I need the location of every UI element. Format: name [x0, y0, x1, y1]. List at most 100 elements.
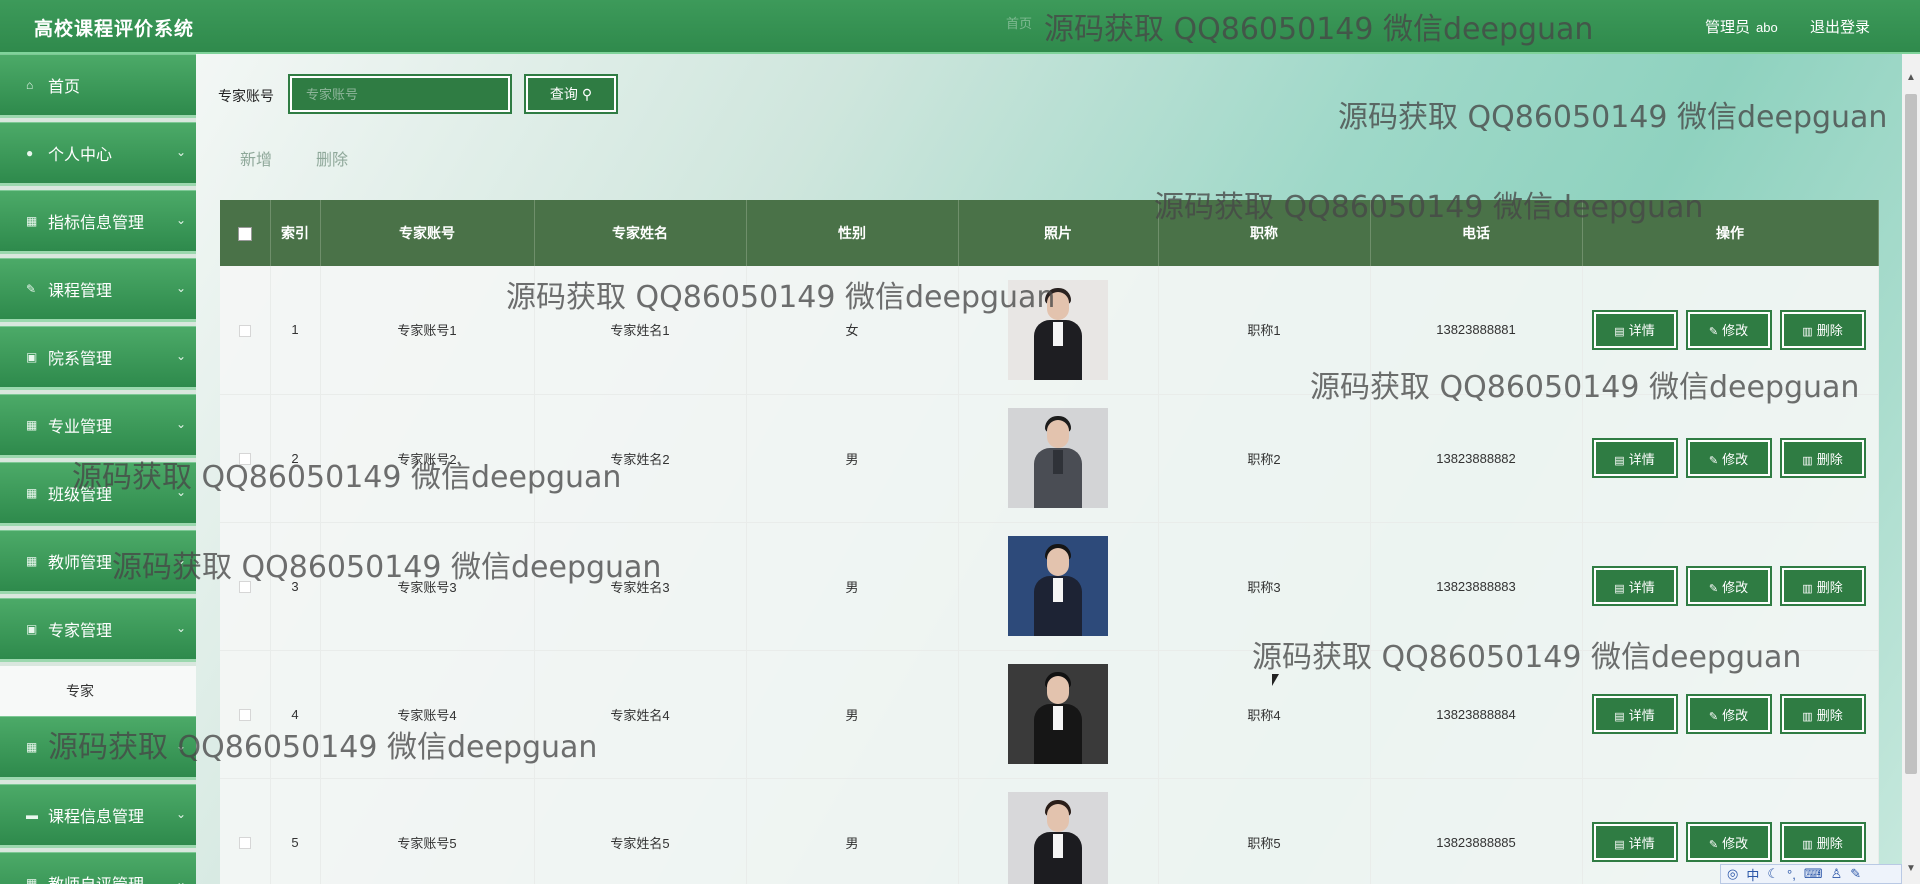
- delete-label: 删除: [1816, 835, 1843, 851]
- select-all-cell[interactable]: [220, 200, 271, 266]
- detail-button[interactable]: ▤ 详情: [1591, 438, 1678, 478]
- edit-button[interactable]: ✎ 修改: [1685, 438, 1772, 478]
- document-icon: ▤: [1614, 838, 1625, 851]
- cell-phone: 13823888883: [1370, 522, 1583, 651]
- cell-photo: [958, 650, 1159, 779]
- add-button[interactable]: 新增: [240, 146, 272, 170]
- edit-label: 修改: [1722, 579, 1749, 595]
- sidebar-item-teacher-self-eval[interactable]: ▦ 教师自评管理 ⌄: [0, 852, 196, 884]
- grid-icon: ▦: [26, 486, 38, 500]
- table-row: 5 专家账号5 专家姓名5 男 职称5 13823888885 ▤ 详情 ✎ 修…: [220, 778, 1879, 884]
- shirt-icon[interactable]: ♙: [1831, 866, 1843, 882]
- search-button[interactable]: 查询 ⚲: [524, 74, 618, 114]
- delete-button[interactable]: ▥ 删除: [1779, 694, 1866, 734]
- logout-link[interactable]: 退出登录: [1810, 16, 1870, 37]
- sidebar-item-personal-center[interactable]: ● 个人中心 ⌄: [0, 122, 196, 186]
- table-row: 4 专家账号4 专家姓名4 男 职称4 13823888884 ▤ 详情 ✎ 修…: [220, 650, 1879, 779]
- cell-account: 专家账号5: [320, 778, 535, 884]
- cell-gender: 男: [746, 650, 959, 779]
- delete-button[interactable]: ▥ 删除: [1779, 438, 1866, 478]
- ime-lang-toggle[interactable]: 中: [1746, 865, 1759, 884]
- sidebar-item-expert[interactable]: ▣ 专家管理 ⌄: [0, 598, 196, 662]
- ime-toolbar[interactable]: ◎ 中 ☾ °, ⌨ ♙ ✎: [1720, 864, 1902, 884]
- document-icon: ▤: [1614, 582, 1625, 595]
- cell-title: 职称1: [1158, 266, 1371, 395]
- cell-photo: [958, 522, 1159, 651]
- sidebar-item-hidden[interactable]: ▦ ⌄: [0, 716, 196, 780]
- vertical-scrollbar[interactable]: ▲ ▼: [1902, 54, 1920, 884]
- scroll-down-icon[interactable]: ▼: [1906, 863, 1916, 874]
- cell-gender: 女: [746, 266, 959, 395]
- sidebar-item-label: 个人中心: [48, 147, 113, 164]
- punctuation-icon[interactable]: °,: [1787, 867, 1796, 882]
- keyboard-icon[interactable]: ⌨: [1804, 866, 1823, 882]
- monitor-icon: ▬: [26, 808, 38, 822]
- header-index: 索引: [270, 200, 321, 266]
- delete-button[interactable]: ▥ 删除: [1779, 309, 1866, 350]
- edit-label: 修改: [1722, 835, 1749, 851]
- header-name: 专家姓名: [534, 200, 747, 266]
- expert-photo: [1008, 408, 1108, 508]
- detail-button[interactable]: ▤ 详情: [1591, 309, 1678, 350]
- row-checkbox[interactable]: [238, 581, 251, 594]
- detail-button[interactable]: ▤ 详情: [1591, 822, 1678, 862]
- scroll-up-icon[interactable]: ▲: [1906, 72, 1916, 83]
- grid-icon: ▦: [26, 876, 38, 884]
- chevron-down-icon: ⌄: [175, 485, 186, 499]
- wrench-icon[interactable]: ✎: [1850, 866, 1861, 882]
- row-select-cell[interactable]: [220, 650, 271, 779]
- search-input[interactable]: [288, 74, 512, 114]
- user-icon: ●: [26, 146, 34, 160]
- row-checkbox[interactable]: [238, 324, 251, 337]
- grid-icon: ▦: [26, 554, 38, 568]
- sidebar-item-course[interactable]: ✎ 课程管理 ⌄: [0, 258, 196, 322]
- clipboard-icon: ▣: [26, 350, 38, 364]
- sidebar-item-course-info[interactable]: ▬ 课程信息管理 ⌄: [0, 784, 196, 848]
- row-select-cell[interactable]: [220, 778, 271, 884]
- header-phone: 电话: [1370, 200, 1583, 266]
- cell-title: 职称3: [1158, 522, 1371, 651]
- scroll-thumb[interactable]: [1905, 94, 1917, 774]
- expert-photo: [1008, 536, 1108, 636]
- edit-button[interactable]: ✎ 修改: [1685, 822, 1772, 862]
- cell-actions: ▤ 详情 ✎ 修改 ▥ 删除: [1582, 650, 1879, 779]
- chevron-down-icon: ⌄: [175, 213, 186, 227]
- row-checkbox[interactable]: [238, 709, 251, 722]
- cell-photo: [958, 394, 1159, 523]
- edit-button[interactable]: ✎ 修改: [1685, 694, 1772, 734]
- trash-icon: ▥: [1802, 454, 1813, 467]
- cell-account: 专家账号3: [320, 522, 535, 651]
- row-select-cell[interactable]: [220, 266, 271, 395]
- detail-button[interactable]: ▤ 详情: [1591, 566, 1678, 606]
- chevron-down-icon: ⌄: [175, 807, 186, 821]
- delete-label: 删除: [1816, 707, 1843, 723]
- sidebar-item-teacher[interactable]: ▦ 教师管理 ⌄: [0, 530, 196, 594]
- sidebar-item-class[interactable]: ▦ 班级管理 ⌄: [0, 462, 196, 526]
- row-checkbox[interactable]: [238, 453, 251, 466]
- sidebar-item-major[interactable]: ▦ 专业管理 ⌄: [0, 394, 196, 458]
- sidebar-item-indicator[interactable]: ▦ 指标信息管理 ⌄: [0, 190, 196, 254]
- top-faint-label: 首页: [1006, 16, 1033, 31]
- edit-button[interactable]: ✎ 修改: [1685, 566, 1772, 606]
- detail-button[interactable]: ▤ 详情: [1591, 694, 1678, 734]
- sidebar-item-label: 院系管理: [48, 351, 113, 368]
- batch-delete-button[interactable]: 删除: [316, 146, 348, 170]
- cell-phone: 13823888881: [1370, 266, 1583, 395]
- sidebar-item-department[interactable]: ▣ 院系管理 ⌄: [0, 326, 196, 390]
- delete-button[interactable]: ▥ 删除: [1779, 822, 1866, 862]
- row-checkbox[interactable]: [238, 837, 251, 850]
- cell-gender: 男: [746, 778, 959, 884]
- cell-index: 4: [270, 650, 321, 779]
- moon-icon[interactable]: ☾: [1767, 866, 1779, 882]
- header-photo: 照片: [958, 200, 1159, 266]
- table-row: 2 专家账号2 专家姓名2 男 职称2 13823888882 ▤ 详情 ✎ 修…: [220, 394, 1879, 523]
- edit-button[interactable]: ✎ 修改: [1685, 309, 1772, 350]
- expert-photo: [1008, 279, 1108, 380]
- row-select-cell[interactable]: [220, 522, 271, 651]
- submenu-item-expert[interactable]: 专家: [0, 666, 196, 716]
- edit-label: 修改: [1722, 323, 1749, 339]
- select-all-checkbox[interactable]: [237, 227, 252, 242]
- sidebar-item-home[interactable]: ⌂ 首页: [0, 54, 196, 118]
- delete-button[interactable]: ▥ 删除: [1779, 566, 1866, 606]
- row-select-cell[interactable]: [220, 394, 271, 523]
